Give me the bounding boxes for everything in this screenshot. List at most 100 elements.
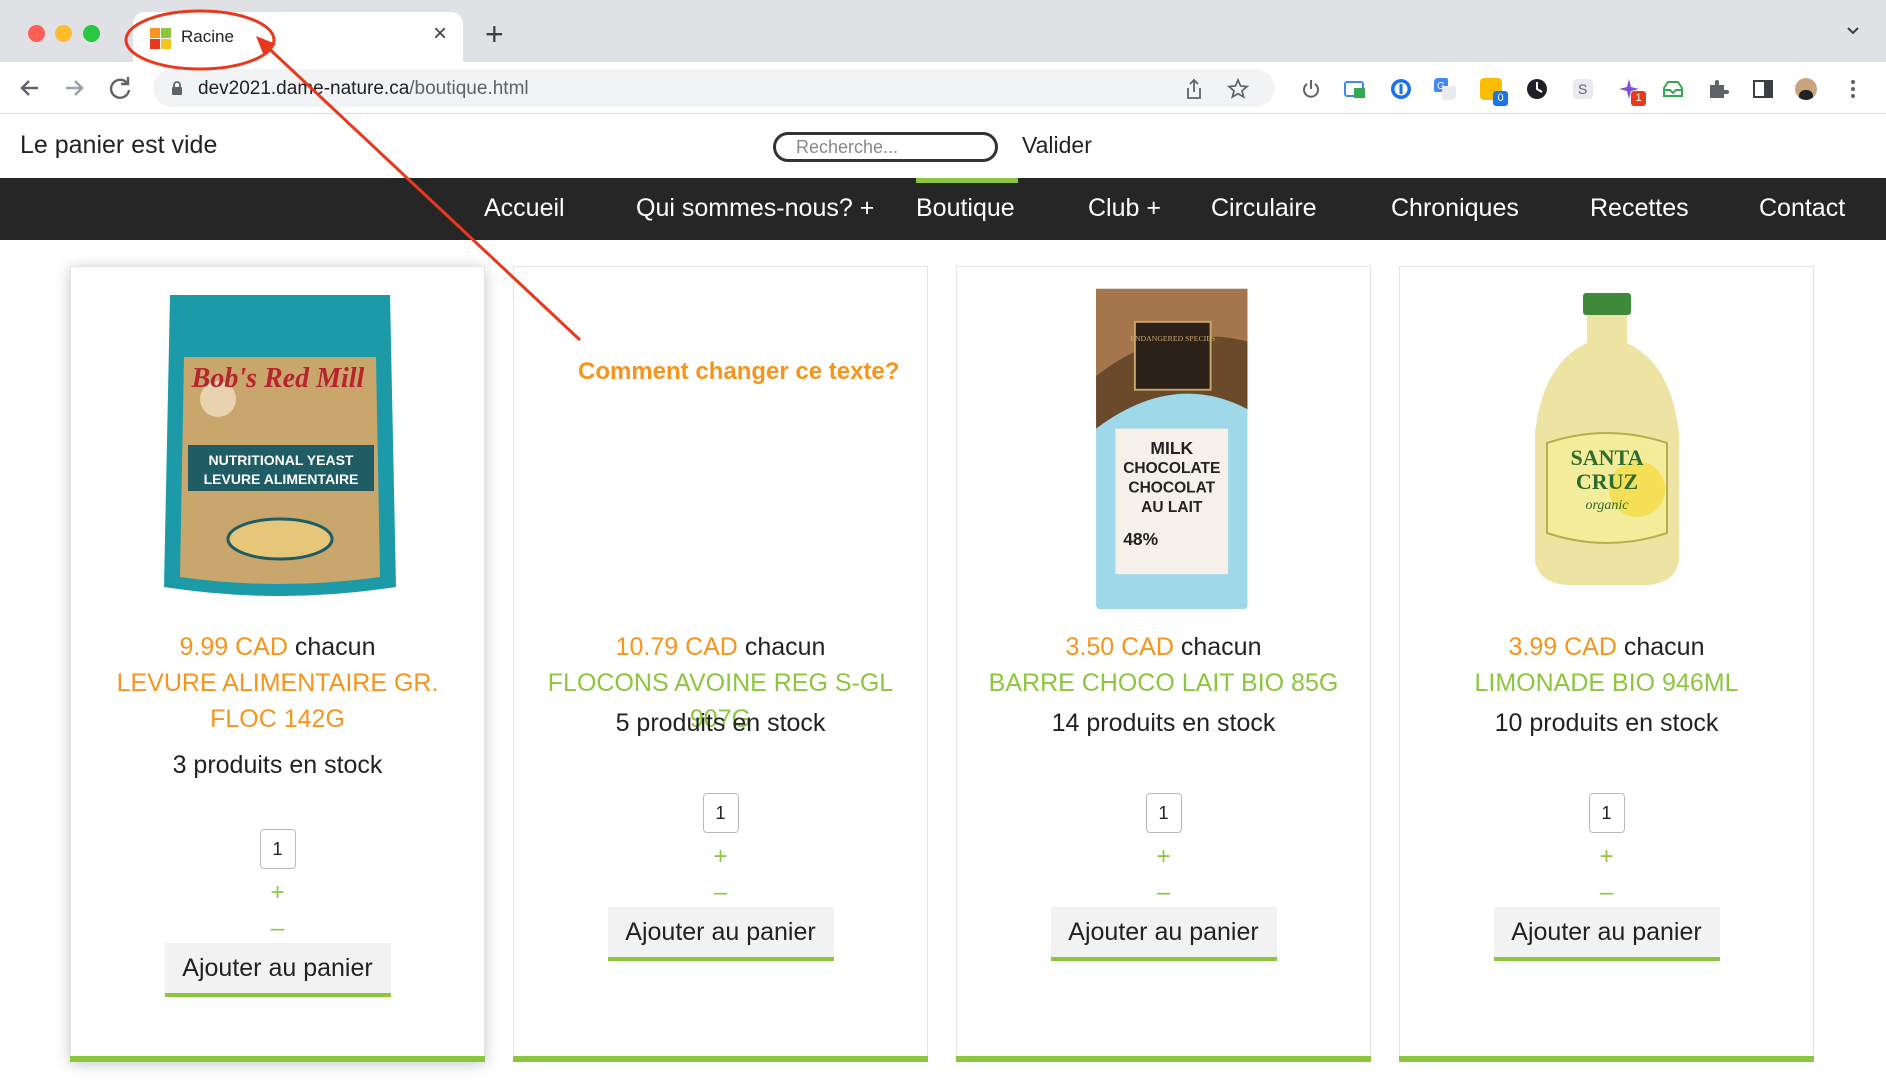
profile-avatar[interactable] <box>1795 78 1817 100</box>
notes-extension-icon[interactable]: 0 <box>1480 78 1508 106</box>
quantity-minus-button[interactable]: – <box>714 881 727 905</box>
menu-item-circulaire[interactable]: Circulaire <box>1211 194 1317 223</box>
price-unit: chacun <box>294 633 376 661</box>
card-accent-bar <box>1399 1056 1814 1062</box>
quantity-plus-button[interactable]: + <box>1599 845 1613 869</box>
price-unit: chacun <box>1623 633 1705 661</box>
forward-arrow-icon[interactable] <box>58 72 90 104</box>
menu-item-chroniques[interactable]: Chroniques <box>1391 194 1519 223</box>
sparkle-extension-badge: 1 <box>1631 91 1646 106</box>
add-to-cart-button[interactable]: Ajouter au panier <box>1493 907 1720 961</box>
product-grid: Bob's Red Mill NUTRITIONAL YEAST LEVURE … <box>0 240 1886 1080</box>
sparkle-extension-icon[interactable]: 1 <box>1618 78 1646 106</box>
search-input[interactable] <box>773 132 998 162</box>
notes-extension-badge: 0 <box>1493 91 1508 106</box>
product-card: Bob's Red Mill NUTRITIONAL YEAST LEVURE … <box>70 266 485 1062</box>
quantity-plus-button[interactable]: + <box>270 881 284 905</box>
s-extension-icon[interactable]: S <box>1572 78 1594 100</box>
cast-extension-icon[interactable] <box>1344 78 1366 100</box>
svg-text:S: S <box>1578 81 1587 97</box>
brand-image-text: organic <box>1585 498 1629 513</box>
label-image-text: MILK <box>1150 438 1193 458</box>
stock-count: 10 produits en stock <box>1494 709 1719 737</box>
price-unit: chacun <box>744 633 826 661</box>
chocolate-bar-product-image[interactable]: ENDANGERED SPECIES MILK CHOCOLATE CHOCOL… <box>1014 283 1314 613</box>
product-card: SANTA CRUZ organic 3.99 CAD chacun LIMON… <box>1399 266 1814 1062</box>
price-line: 10.79 CAD chacun <box>514 633 927 662</box>
browser-tab-bar: Racine × + <box>0 0 1886 62</box>
window-minimize-button[interactable] <box>55 25 72 42</box>
timer-extension-icon[interactable] <box>1526 78 1548 100</box>
menu-item-recettes[interactable]: Recettes <box>1590 194 1689 223</box>
cart-status[interactable]: Le panier est vide <box>20 131 217 160</box>
menu-item-qui-sommes-nous[interactable]: Qui sommes-nous? + <box>636 194 874 223</box>
menu-item-boutique[interactable]: Boutique <box>916 194 1015 223</box>
translate-extension-icon[interactable]: G <box>1434 78 1456 100</box>
tab-title: Racine <box>181 27 234 46</box>
price-line: 3.50 CAD chacun <box>957 633 1370 662</box>
back-arrow-icon[interactable] <box>14 72 46 104</box>
site-header: Le panier est vide Valider <box>0 114 1886 178</box>
price-line: 3.99 CAD chacun <box>1400 633 1813 662</box>
quantity-input[interactable] <box>1588 793 1625 833</box>
quantity-plus-button[interactable]: + <box>713 845 727 869</box>
more-menu-icon[interactable] <box>1842 78 1864 100</box>
price-line: 9.99 CAD chacun <box>71 633 484 662</box>
card-accent-bar <box>956 1056 1371 1062</box>
browser-tab[interactable]: Racine × <box>133 12 463 62</box>
label-image-text: CHOCOLAT <box>1128 480 1215 497</box>
quantity-input[interactable] <box>1145 793 1182 833</box>
card-accent-bar <box>70 1056 485 1062</box>
product-name-link[interactable]: LEVURE ALIMENTAIRE GR. FLOC 142G <box>81 665 474 737</box>
product-price: 3.50 CAD <box>1065 633 1174 661</box>
product-name-link[interactable]: LIMONADE BIO 946ML <box>1410 665 1803 701</box>
annotation-question: Comment changer ce texte? <box>578 358 900 385</box>
brand-image-text: CRUZ <box>1575 469 1637 494</box>
product-name-link[interactable]: BARRE CHOCO LAIT BIO 85G <box>967 665 1360 701</box>
menu-item-club[interactable]: Club + <box>1088 194 1161 223</box>
menu-item-contact[interactable]: Contact <box>1759 194 1845 223</box>
label-image-text: NUTRITIONAL YEAST <box>208 452 353 468</box>
search-submit-button[interactable]: Valider <box>1022 132 1092 159</box>
tab-search-chevron-icon[interactable] <box>1846 24 1860 38</box>
active-menu-indicator <box>916 178 1018 183</box>
stock-count: 14 produits en stock <box>1051 709 1276 737</box>
site-favicon-icon <box>150 28 172 50</box>
url-host: dev2021.dame-nature.ca <box>198 78 410 99</box>
bookmark-star-icon[interactable] <box>1227 78 1249 100</box>
window-zoom-button[interactable] <box>83 25 100 42</box>
brand-image-text: Bob's Red Mill <box>190 363 364 394</box>
add-to-cart-button[interactable]: Ajouter au panier <box>607 907 834 961</box>
quantity-minus-button[interactable]: – <box>271 917 284 941</box>
product-price: 3.99 CAD <box>1508 633 1617 661</box>
window-close-button[interactable] <box>28 25 45 42</box>
power-extension-icon[interactable] <box>1300 78 1322 100</box>
stock-count: 5 produits en stock <box>615 709 826 737</box>
inbox-extension-icon[interactable] <box>1662 78 1684 100</box>
lock-icon[interactable] <box>171 81 183 95</box>
url-text: dev2021.dame-nature.ca/boutique.html <box>198 78 529 100</box>
add-to-cart-button[interactable]: Ajouter au panier <box>1050 907 1277 961</box>
tab-close-button[interactable]: × <box>433 22 447 46</box>
lemonade-bottle-product-image[interactable]: SANTA CRUZ organic <box>1457 293 1757 623</box>
cacao-percent-image-text: 48% <box>1123 529 1158 549</box>
quantity-plus-button[interactable]: + <box>1156 845 1170 869</box>
card-accent-bar <box>513 1056 928 1062</box>
product-card: ENDANGERED SPECIES MILK CHOCOLATE CHOCOL… <box>956 266 1371 1062</box>
quantity-minus-button[interactable]: – <box>1600 881 1613 905</box>
stock-count: 3 produits en stock <box>172 751 383 779</box>
label-image-text: AU LAIT <box>1141 499 1203 516</box>
new-tab-button[interactable]: + <box>485 18 504 50</box>
quantity-minus-button[interactable]: – <box>1157 881 1170 905</box>
nutritional-yeast-product-image[interactable]: Bob's Red Mill NUTRITIONAL YEAST LEVURE … <box>128 287 428 617</box>
password-manager-icon[interactable] <box>1390 78 1412 100</box>
quantity-input[interactable] <box>702 793 739 833</box>
quantity-input[interactable] <box>259 829 296 869</box>
share-icon[interactable] <box>1183 78 1205 100</box>
side-panel-icon[interactable] <box>1752 78 1774 100</box>
address-bar[interactable]: dev2021.dame-nature.ca/boutique.html <box>153 69 1275 107</box>
reload-icon[interactable] <box>104 72 136 104</box>
add-to-cart-button[interactable]: Ajouter au panier <box>164 943 391 997</box>
extensions-puzzle-icon[interactable] <box>1707 78 1729 100</box>
menu-item-accueil[interactable]: Accueil <box>484 194 565 223</box>
